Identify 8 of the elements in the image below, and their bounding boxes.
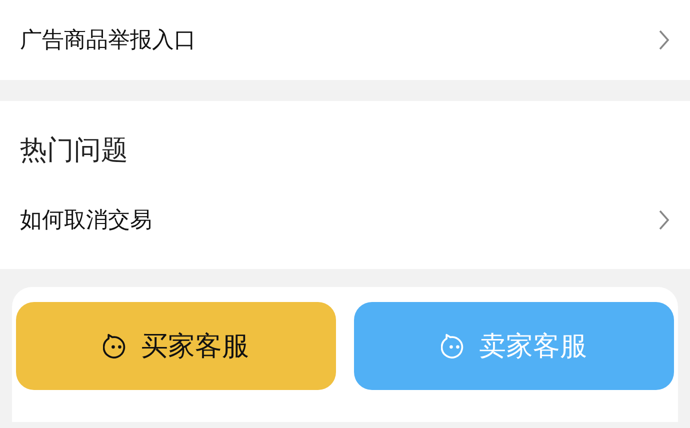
list-item[interactable]: 如何取消交易 (0, 171, 690, 269)
section-title: 热门问题 (19, 134, 129, 168)
chevron-right-icon (658, 209, 670, 231)
chevron-right-icon (658, 29, 670, 51)
customer-service-button[interactable]: 买家客服 (16, 302, 336, 390)
list-item-label: 如何取消交易 (20, 207, 152, 235)
list-item[interactable]: 广告商品举报入口 (0, 0, 690, 80)
list-item-label: 广告商品举报入口 (20, 27, 196, 55)
